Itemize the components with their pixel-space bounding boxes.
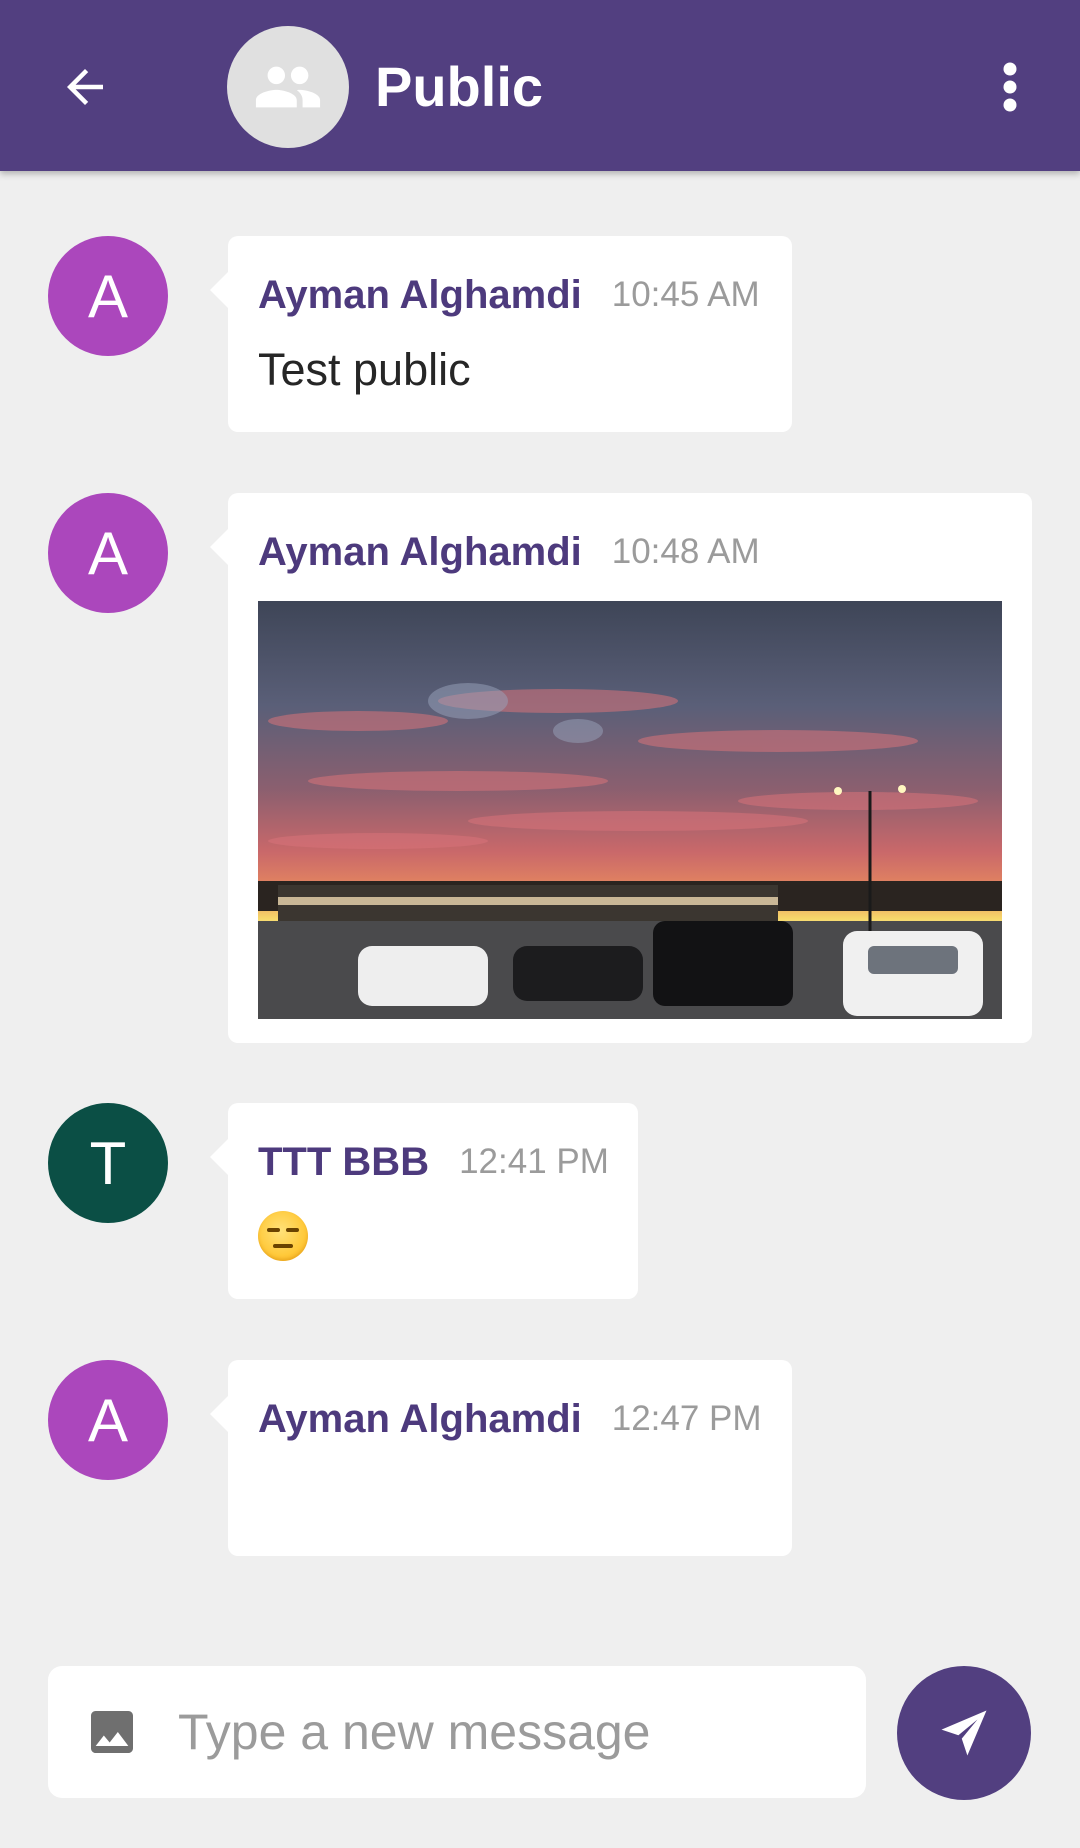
group-avatar[interactable] [227, 26, 349, 148]
send-icon [941, 1710, 987, 1756]
attach-image-button[interactable] [84, 1704, 140, 1760]
sender-name: Ayman Alghamdi [258, 272, 582, 317]
message-time: 12:47 PM [611, 1399, 762, 1438]
message-meta: Ayman Alghamdi 12:47 PM [258, 1394, 762, 1444]
sender-name: TTT BBB [258, 1139, 430, 1184]
message-meta: Ayman Alghamdi 10:48 AM [258, 527, 1002, 577]
message-composer [48, 1666, 866, 1798]
avatar[interactable]: A [48, 1360, 168, 1480]
chat-title[interactable]: Public [375, 52, 543, 122]
avatar[interactable]: T [48, 1103, 168, 1223]
avatar[interactable]: A [48, 493, 168, 613]
arrow-back-icon [67, 69, 103, 105]
back-button[interactable] [44, 46, 126, 128]
message-time: 10:45 AM [611, 275, 760, 314]
message-bubble[interactable]: TTT BBB 12:41 PM [210, 1103, 638, 1299]
message-time: 12:41 PM [459, 1142, 609, 1181]
overflow-menu-button[interactable] [980, 52, 1040, 122]
message-bubble[interactable]: Ayman Alghamdi 10:45 AM Test public [210, 236, 792, 432]
photo-attachment[interactable] [258, 601, 1002, 1019]
more-vert-icon [1003, 62, 1017, 112]
message-time: 10:48 AM [611, 532, 760, 571]
avatar[interactable]: A [48, 236, 168, 356]
message-meta: TTT BBB 12:41 PM [258, 1137, 609, 1187]
send-button[interactable] [897, 1666, 1031, 1800]
message-bubble[interactable]: Ayman Alghamdi 10:48 AM [210, 493, 1032, 1043]
app-bar: Public [0, 0, 1080, 171]
message-text: Test public [258, 344, 471, 395]
message-bubble[interactable]: Ayman Alghamdi 12:47 PM [210, 1360, 792, 1556]
sender-name: Ayman Alghamdi [258, 1396, 582, 1441]
sender-name: Ayman Alghamdi [258, 529, 582, 574]
message-meta: Ayman Alghamdi 10:45 AM [258, 270, 762, 320]
message-input[interactable] [178, 1696, 838, 1768]
image-icon [91, 1711, 133, 1753]
group-icon [255, 66, 321, 108]
expressionless-face-emoji [258, 1211, 308, 1261]
sunset-photo [258, 601, 1002, 1019]
